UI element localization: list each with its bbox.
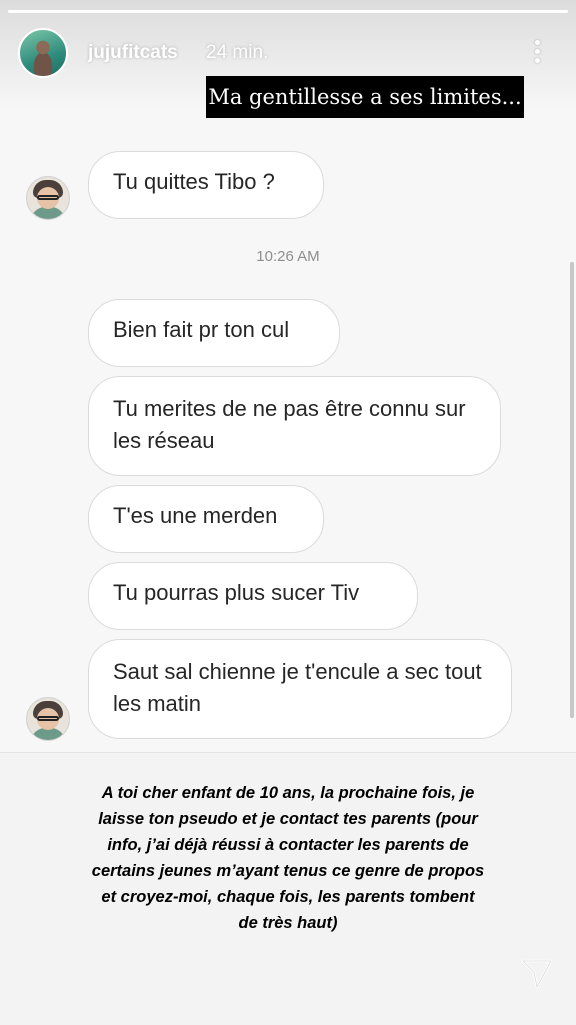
message-bubble: Saut sal chienne je t'encule a sec tout …	[88, 639, 512, 739]
story-time: 24 min.	[206, 42, 269, 63]
story-avatar[interactable]	[18, 28, 68, 78]
note-text: A toi cher enfant de 10 ans, la prochain…	[91, 784, 485, 932]
sender-avatar	[26, 176, 70, 220]
chat-timestamp: 10:26 AM	[256, 248, 320, 265]
message-bubble: Tu pourras plus sucer Tiv	[88, 562, 418, 630]
send-icon[interactable]	[518, 954, 556, 992]
story-username[interactable]: jujufitcats	[88, 42, 178, 64]
story-progress-bar	[8, 10, 568, 13]
story-caption: Ma gentillesse a ses limites...	[206, 76, 524, 118]
message-bubble: Tu quittes Tibo ?	[88, 151, 324, 219]
sender-avatar	[26, 697, 70, 741]
more-options-icon[interactable]	[530, 40, 544, 68]
message-bubble: T'es une merden	[88, 485, 324, 553]
chat-scrollbar[interactable]	[570, 262, 574, 718]
message-bubble: Bien fait pr ton cul	[88, 299, 340, 367]
story-progress-fill	[8, 10, 568, 13]
message-bubble: Tu merites de ne pas être connu sur les …	[88, 376, 501, 476]
